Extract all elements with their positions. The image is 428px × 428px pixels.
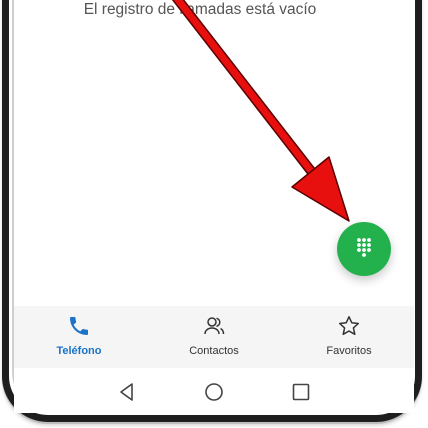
dialpad-icon (357, 238, 371, 257)
home-icon[interactable] (204, 382, 224, 402)
recents-icon[interactable] (291, 382, 311, 402)
bottom-navigation-bar: Teléfono Contactos Favoritos (14, 306, 414, 368)
tab-contactos[interactable]: Contactos (159, 306, 269, 368)
contacts-icon (204, 317, 225, 335)
tab-favoritos-label: Favoritos (326, 345, 372, 357)
tab-favoritos[interactable]: Favoritos (294, 306, 404, 368)
call-log-empty-message: El registro de llamadas está vacío (83, 1, 317, 18)
dialpad-button[interactable] (337, 222, 391, 276)
tab-contactos-label: Contactos (189, 345, 239, 357)
star-icon (338, 316, 360, 336)
back-icon[interactable] (117, 382, 137, 402)
tab-telefono-label: Teléfono (56, 345, 102, 357)
phone-icon (70, 317, 88, 335)
tab-telefono[interactable]: Teléfono (24, 306, 134, 368)
screenshot-stage: El registro de llamadas está vacío Teléf… (0, 0, 428, 428)
system-navigation-bar (14, 368, 414, 413)
